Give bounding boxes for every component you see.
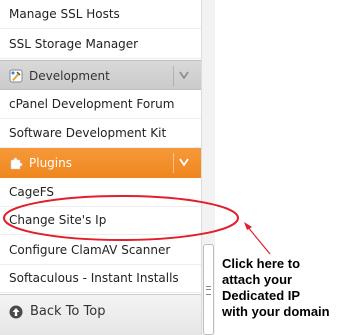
annotation-callout: Click here to attach your Dedicated IP w…: [222, 256, 350, 320]
annotation-arrowhead: [244, 222, 252, 230]
callout-line: with your domain: [222, 304, 330, 319]
sidebar-item-softaculous[interactable]: Softaculous - Instant Installs: [0, 264, 201, 293]
sidebar-item-label: Configure ClamAV Scanner: [9, 243, 171, 257]
puzzle-piece-icon: [10, 157, 23, 170]
section-title: Development: [29, 69, 110, 83]
callout-line: Click here to: [222, 256, 301, 271]
sidebar-item-label: CageFS: [9, 185, 55, 199]
sidebar-item-label: Softaculous - Instant Installs: [9, 271, 179, 285]
callout-line: Dedicated IP: [222, 288, 301, 303]
sidebar-item-software-development-kit[interactable]: Software Development Kit: [0, 119, 201, 148]
sidebar-item-label: cPanel Development Forum: [9, 97, 175, 111]
callout-line: attach your: [222, 272, 293, 287]
up-arrow-circle-icon: [9, 305, 23, 319]
chevron-down-icon[interactable]: [179, 158, 189, 166]
scroll-grip-icon: [206, 286, 211, 295]
section-header-plugins[interactable]: Plugins: [0, 148, 201, 178]
section-header-development[interactable]: Development: [0, 60, 201, 90]
divider: [173, 153, 174, 173]
sidebar-item-ssl-storage-manager[interactable]: SSL Storage Manager: [0, 30, 201, 59]
section-title: Plugins: [29, 156, 72, 170]
paint-tools-icon: [9, 69, 23, 83]
sidebar-item-label: Manage SSL Hosts: [9, 7, 120, 21]
sidebar-item-configure-clamav-scanner[interactable]: Configure ClamAV Scanner: [0, 236, 201, 265]
sidebar-item-label: SSL Storage Manager: [9, 37, 139, 51]
sidebar-item-label: Change Site's Ip: [9, 213, 107, 227]
sidebar-item-cagefs[interactable]: CageFS: [0, 178, 201, 207]
scrollbar-thumb[interactable]: [203, 244, 214, 335]
sidebar: Manage SSL Hosts SSL Storage Manager Dev…: [0, 0, 202, 335]
sidebar-item-label: Software Development Kit: [9, 126, 167, 140]
chevron-down-icon[interactable]: [179, 71, 189, 79]
back-to-top-label: Back To Top: [30, 304, 106, 319]
sidebar-item-manage-ssl-hosts[interactable]: Manage SSL Hosts: [0, 0, 201, 29]
sidebar-item-change-sites-ip[interactable]: Change Site's Ip: [0, 206, 201, 235]
divider: [173, 66, 174, 86]
back-to-top-button[interactable]: Back To Top: [0, 294, 201, 335]
sidebar-item-cpanel-development-forum[interactable]: cPanel Development Forum: [0, 90, 201, 119]
sidebar-scrollbar[interactable]: [201, 0, 215, 335]
annotation-arrow: [246, 225, 271, 255]
